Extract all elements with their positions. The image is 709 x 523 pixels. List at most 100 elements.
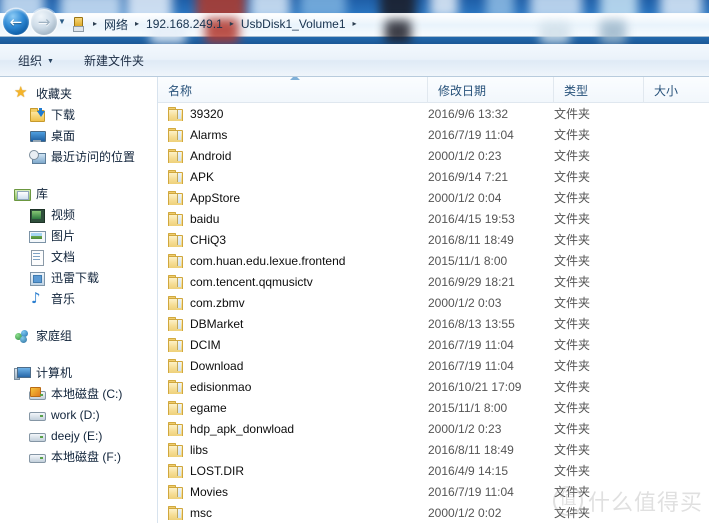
folder-icon [168,337,183,352]
cell-date-modified: 2016/7/19 11:04 [428,358,514,373]
sidebar-item-drive-d[interactable]: work (D:) [0,404,157,425]
sidebar-item-recent-places[interactable]: 最近访问的位置 [0,146,157,167]
sidebar-item-drive-e[interactable]: deejy (E:) [0,425,157,446]
table-row[interactable]: egame 2015/11/1 8:00 文件夹 [158,397,709,418]
file-name-label: hdp_apk_donwload [190,421,295,436]
cell-type: 文件夹 [554,422,591,436]
sidebar-item-drive-c[interactable]: 本地磁盘 (C:) [0,383,157,404]
table-row[interactable]: msc 2000/1/2 0:02 文件夹 [158,502,709,523]
folder-icon [168,169,183,184]
table-row[interactable]: edisionmao 2016/10/21 17:09 文件夹 [158,376,709,397]
sidebar-item-downloads[interactable]: 下载 [0,104,157,125]
table-row[interactable]: libs 2016/8/11 18:49 文件夹 [158,439,709,460]
sidebar-label: 迅雷下载 [51,271,100,285]
breadcrumb-item-network[interactable]: 网络 [102,15,130,34]
documents-icon [29,249,45,266]
cell-date-modified: 2015/11/1 8:00 [428,253,508,268]
cell-date-modified: 2016/9/6 13:32 [428,106,509,121]
table-row[interactable]: hdp_apk_donwload 2000/1/2 0:23 文件夹 [158,418,709,439]
sidebar-item-homegroup[interactable]: 家庭组 [0,325,157,346]
new-folder-button[interactable]: 新建文件夹 [76,48,152,73]
table-row[interactable]: Android 2000/1/2 0:23 文件夹 [158,145,709,166]
sidebar-item-pictures[interactable]: 图片 [0,225,157,246]
cell-type: 文件夹 [554,317,591,331]
column-header-type[interactable]: 类型 [554,77,644,103]
cell-name: DBMarket [158,316,428,331]
breadcrumb-separator[interactable]: ▸ [348,14,362,34]
music-icon [29,289,45,307]
cell-name: APK [158,169,428,184]
table-row[interactable]: APK 2016/9/14 7:21 文件夹 [158,166,709,187]
back-arrow-icon: ← [9,12,23,31]
table-row[interactable]: com.huan.edu.lexue.frontend 2015/11/1 8:0… [158,250,709,271]
table-row[interactable]: DCIM 2016/7/19 11:04 文件夹 [158,334,709,355]
cell-date-modified: 2016/7/19 11:04 [428,127,514,142]
sidebar-item-drive-f[interactable]: 本地磁盘 (F:) [0,446,157,467]
table-row[interactable]: CHiQ3 2016/8/11 18:49 文件夹 [158,229,709,250]
table-row[interactable]: com.zbmv 2000/1/2 0:03 文件夹 [158,292,709,313]
file-name-label: libs [190,442,209,457]
cell-date-modified: 2000/1/2 0:02 [428,505,502,520]
sidebar-group-libraries: 库 视频 图片 文档 迅雷下载 ♪ 音乐 [0,183,157,309]
column-header-size[interactable]: 大小 [644,77,704,103]
table-row[interactable]: LOST.DIR 2016/4/9 14:15 文件夹 [158,460,709,481]
organize-button[interactable]: 组织 ▼ [10,48,62,73]
recent-pages-dropdown[interactable]: ▼ [57,16,67,28]
breadcrumb-separator[interactable]: ▸ [225,14,239,34]
navigation-pane[interactable]: 收藏夹 下载 桌面 最 [0,77,158,523]
sidebar-item-music[interactable]: 音乐 [0,288,157,309]
cell-name: libs [158,442,428,457]
table-row[interactable]: 39320 2016/9/6 13:32 文件夹 [158,103,709,124]
cell-name: com.tencent.qqmusictv [158,274,428,289]
cell-date-modified: 2016/7/19 11:04 [428,484,514,499]
cell-type: 文件夹 [554,191,591,205]
file-name-label: baidu [190,211,220,226]
sidebar-label: 库 [36,187,49,201]
breadcrumb-separator[interactable]: ▸ [88,14,102,34]
table-row[interactable]: Download 2016/7/19 11:04 文件夹 [158,355,709,376]
cell-date-modified: 2000/1/2 0:23 [428,421,502,436]
cell-type: 文件夹 [554,149,591,163]
table-row[interactable]: baidu 2016/4/15 19:53 文件夹 [158,208,709,229]
sidebar-label: 音乐 [51,292,76,306]
breadcrumb-separator[interactable]: ▸ [130,14,144,34]
cell-name: AppStore [158,190,428,205]
desktop-icon [29,128,46,144]
file-name-label: DCIM [190,337,221,352]
computer-icon [14,365,31,381]
table-row[interactable]: DBMarket 2016/8/13 13:55 文件夹 [158,313,709,334]
table-row[interactable]: Movies 2016/7/19 11:04 文件夹 [158,481,709,502]
folder-icon [168,232,183,247]
sidebar-item-videos[interactable]: 视频 [0,204,157,225]
cell-date-modified: 2016/7/19 11:04 [428,337,514,352]
cell-name: CHiQ3 [158,232,428,247]
sidebar-item-documents[interactable]: 文档 [0,246,157,267]
breadcrumb-item-host[interactable]: 192.168.249.1 [144,16,225,32]
table-row[interactable]: com.tencent.qqmusictv 2016/9/29 18:21 文件夹 [158,271,709,292]
cell-date-modified: 2016/4/9 14:15 [428,463,509,478]
table-row[interactable]: Alarms 2016/7/19 11:04 文件夹 [158,124,709,145]
sidebar-label: 下载 [51,108,76,122]
forward-button[interactable]: → [31,9,57,35]
table-row[interactable]: AppStore 2000/1/2 0:04 文件夹 [158,187,709,208]
sidebar-item-favorites[interactable]: 收藏夹 [0,83,157,104]
new-folder-label: 新建文件夹 [83,53,144,68]
title-address-band: ← → ▼ ▸ 网络 ▸ 192.168.249.1 ▸ UsbDisk1_Vo… [0,0,709,44]
sidebar-item-desktop[interactable]: 桌面 [0,125,157,146]
column-header-name[interactable]: 名称 [158,77,428,103]
sidebar-group-homegroup: 家庭组 [0,325,157,346]
breadcrumb-item-volume[interactable]: UsbDisk1_Volume1 [239,16,348,32]
folder-icon [168,211,183,226]
sidebar-item-libraries[interactable]: 库 [0,183,157,204]
command-bar: 组织 ▼ 新建文件夹 [0,44,709,77]
back-button[interactable]: ← [3,9,29,35]
breadcrumb: ▸ 网络 ▸ 192.168.249.1 ▸ UsbDisk1_Volume1 … [70,14,362,34]
sidebar-label: 最近访问的位置 [51,150,136,164]
column-header-row: 名称 修改日期 类型 大小 [158,77,709,103]
column-header-date[interactable]: 修改日期 [428,77,554,103]
file-name-label: DBMarket [190,316,244,331]
sidebar-item-computer[interactable]: 计算机 [0,362,157,383]
sidebar-item-xunlei-download[interactable]: 迅雷下载 [0,267,157,288]
file-list-pane[interactable]: 名称 修改日期 类型 大小 39320 2016/9/6 13:32 文件夹 Alar… [158,77,709,523]
